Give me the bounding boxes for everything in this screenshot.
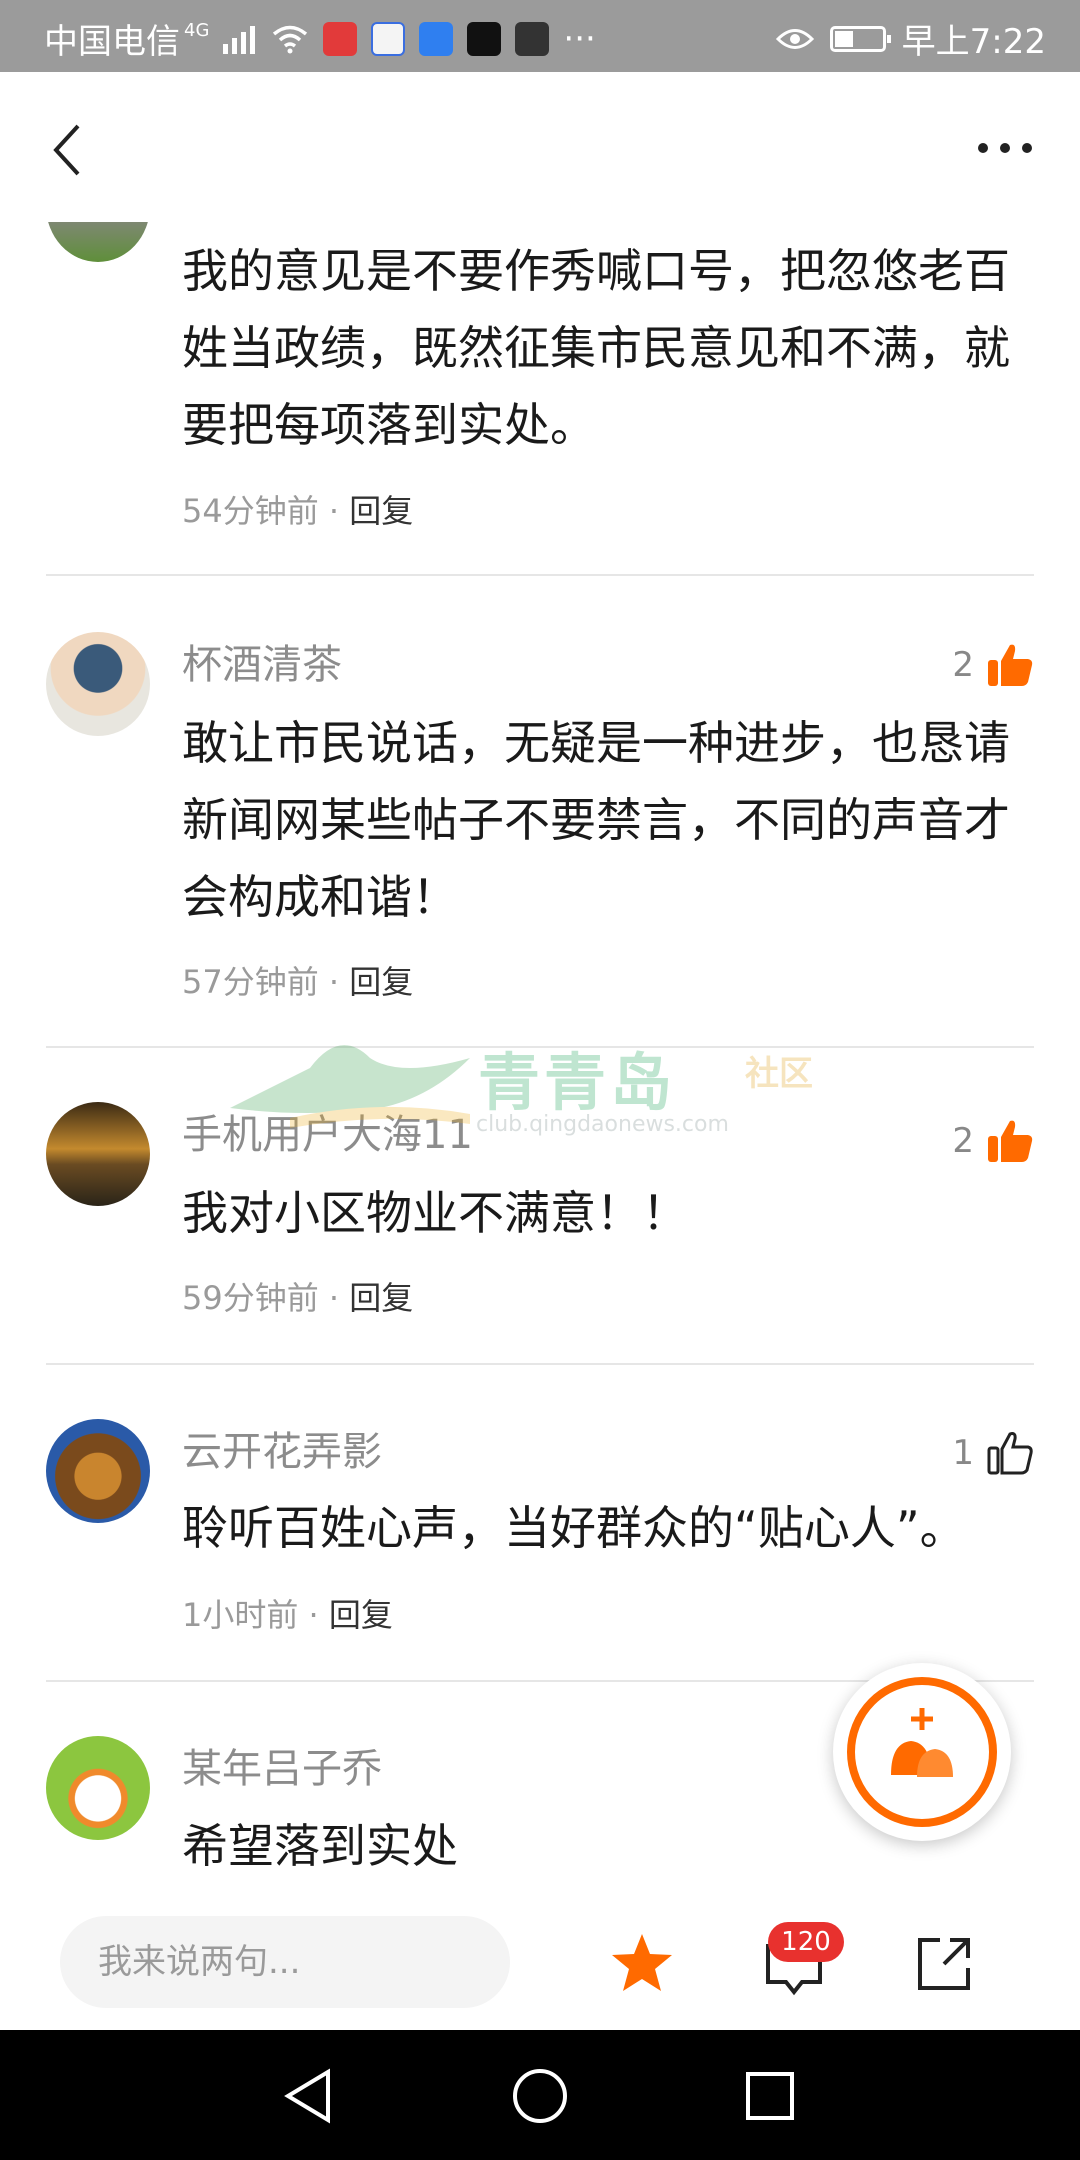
- comment-time: 1小时前: [182, 1596, 299, 1634]
- top-bar: [0, 72, 1080, 222]
- status-bar: 中国电信 4G ··· 早上7:22: [0, 0, 1080, 72]
- comment-input[interactable]: 我来说两句...: [60, 1916, 510, 2008]
- meta-separator: ·: [328, 963, 340, 1001]
- back-button[interactable]: [42, 120, 102, 180]
- carrier-label: 中国电信: [44, 22, 180, 62]
- comment-meta: 54分钟前 · 回复: [182, 486, 413, 532]
- comment-meta: 57分钟前 · 回复: [182, 957, 413, 1003]
- thumbs-up-filled-icon: [988, 1120, 1033, 1162]
- avatar[interactable]: [46, 1102, 150, 1206]
- comment-meta: 59分钟前 · 回复: [182, 1273, 413, 1319]
- like-count: 1: [952, 1433, 974, 1473]
- watermark-url: club.qingdaonews.com: [476, 1112, 729, 1137]
- app-notification-icon-2: [371, 21, 406, 56]
- reply-button[interactable]: 回复: [329, 1596, 393, 1634]
- back-arrow-icon: [53, 124, 80, 176]
- signal-icon: [223, 25, 256, 54]
- network-label: 4G: [184, 20, 210, 41]
- comment-author[interactable]: 云开花弄影: [182, 1419, 382, 1477]
- system-nav-bar: [0, 2030, 1080, 2160]
- share-icon: [918, 1938, 970, 1990]
- bottom-action-bar: 我来说两句... 120: [0, 1880, 1080, 2030]
- nav-back-button[interactable]: [276, 2064, 340, 2128]
- divider: [46, 1046, 1034, 1048]
- clock-time: 早上7:22: [901, 22, 1046, 62]
- meta-separator: ·: [328, 1279, 340, 1317]
- like-button[interactable]: 2: [952, 1118, 1034, 1164]
- comment-time: 54分钟前: [182, 492, 319, 530]
- post-fab-button[interactable]: [833, 1663, 1011, 1841]
- comment-time: 57分钟前: [182, 963, 319, 1001]
- tiktok-icon: [467, 21, 502, 56]
- reply-button[interactable]: 回复: [349, 963, 413, 1001]
- comment-meta: 1小时前 · 回复: [182, 1590, 393, 1636]
- eye-comfort-icon: [775, 28, 814, 49]
- add-shell-icon: [891, 1708, 953, 1777]
- nav-home-button[interactable]: [508, 2064, 572, 2128]
- circle-home-icon: [513, 2069, 567, 2123]
- reply-button[interactable]: 回复: [349, 1279, 413, 1317]
- square-recents-icon: [746, 2072, 794, 2120]
- wifi-icon: [273, 25, 308, 53]
- more-dots-icon: [978, 143, 1032, 153]
- comment-count-badge: 120: [768, 1922, 844, 1962]
- meta-separator: ·: [328, 492, 340, 530]
- comment-author[interactable]: 手机用户大海11: [182, 1102, 473, 1160]
- divider: [46, 1363, 1034, 1365]
- divider: [46, 574, 1034, 576]
- comment-text: 聆听百姓心声，当好群众的“贴心人”。: [182, 1501, 966, 1555]
- nav-recents-button[interactable]: [738, 2064, 802, 2128]
- like-count: 2: [952, 1121, 974, 1161]
- avatar[interactable]: [46, 1419, 150, 1523]
- battery-icon: [829, 25, 891, 52]
- star-icon: [612, 1934, 672, 1991]
- avatar[interactable]: [46, 1736, 150, 1840]
- like-count: 2: [952, 645, 974, 685]
- thumbs-up-filled-icon: [988, 644, 1033, 686]
- comment-author[interactable]: 杯酒清茶: [182, 632, 342, 690]
- more-options-button[interactable]: [970, 128, 1040, 168]
- comment-text: 敢让市民说话，无疑是一种进步，也恳请新闻网某些帖子不要禁言，不同的声音才会构成和…: [182, 716, 1010, 924]
- like-button[interactable]: 1: [952, 1430, 1034, 1476]
- comment-time: 59分钟前: [182, 1279, 319, 1317]
- share-button[interactable]: [914, 1934, 974, 1998]
- comment-author[interactable]: 某年吕子乔: [182, 1736, 382, 1794]
- app-notification-icon-1: [323, 21, 358, 56]
- comment-text: 我的意见是不要作秀喊口号，把忽悠老百姓当政绩，既然征集市民意见和不满，就要把每项…: [182, 244, 1010, 452]
- thumbs-up-outline-icon: [987, 1432, 1033, 1475]
- watermark-tag: 社区: [745, 1054, 813, 1094]
- favorite-button[interactable]: [610, 1932, 674, 1998]
- more-notifications-icon: ···: [563, 18, 596, 59]
- reply-button[interactable]: 回复: [349, 492, 413, 530]
- like-button[interactable]: 2: [952, 642, 1034, 688]
- avatar[interactable]: [46, 632, 150, 736]
- app-notification-icon-5: [515, 21, 550, 56]
- meta-separator: ·: [308, 1596, 319, 1634]
- triangle-back-icon: [284, 2068, 330, 2124]
- app-notification-icon-3: [419, 21, 454, 56]
- comment-text: 我对小区物业不满意！！: [182, 1186, 688, 1240]
